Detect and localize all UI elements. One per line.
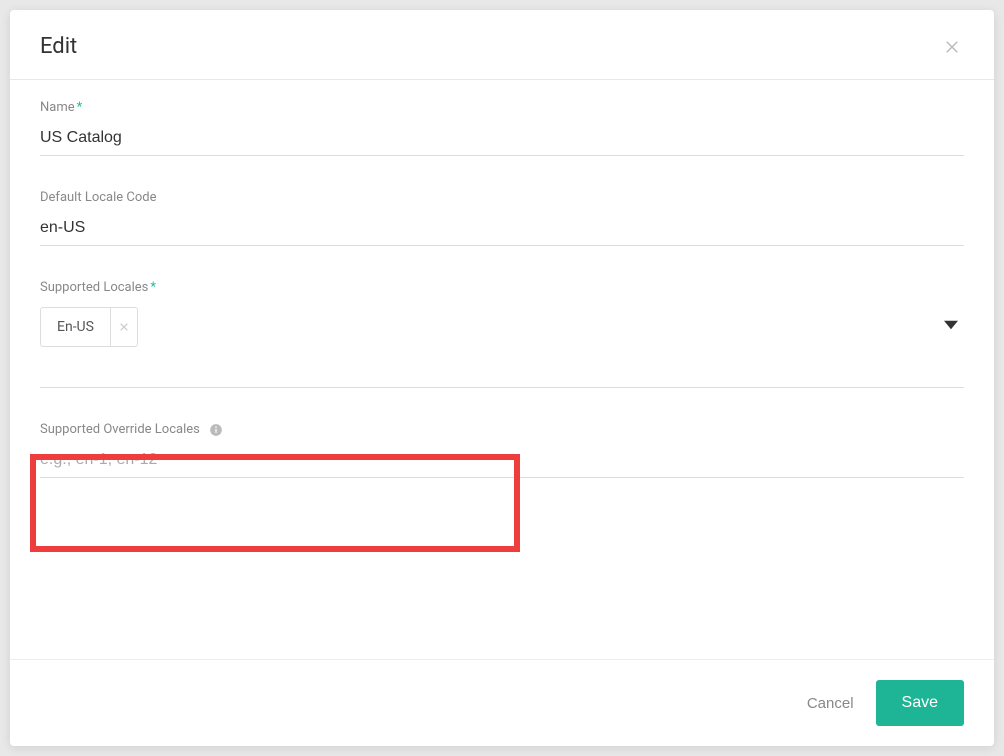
required-star: * bbox=[77, 100, 83, 115]
locale-tag-text: En-US bbox=[41, 308, 110, 346]
chevron-down-icon[interactable] bbox=[944, 315, 958, 334]
required-star: * bbox=[150, 280, 156, 295]
info-icon[interactable] bbox=[209, 423, 223, 437]
dialog-footer: Cancel Save bbox=[10, 659, 994, 746]
remove-tag-icon[interactable] bbox=[110, 308, 137, 346]
override-locales-input[interactable] bbox=[40, 447, 964, 478]
dialog-body: Name* Default Locale Code Supported Loca… bbox=[10, 80, 994, 659]
dialog-header: Edit bbox=[10, 10, 994, 80]
dialog-title: Edit bbox=[40, 34, 77, 59]
locale-tag: En-US bbox=[40, 307, 138, 347]
override-locales-field-group: Supported Override Locales bbox=[40, 422, 964, 478]
edit-dialog: Edit Name* Default Locale Code Supported… bbox=[10, 10, 994, 746]
override-locales-label: Supported Override Locales bbox=[40, 422, 964, 437]
name-label: Name* bbox=[40, 100, 964, 115]
supported-locales-multiselect[interactable]: En-US bbox=[40, 305, 964, 388]
close-icon[interactable] bbox=[940, 35, 964, 59]
default-locale-label: Default Locale Code bbox=[40, 190, 964, 205]
name-field-group: Name* bbox=[40, 100, 964, 156]
name-input[interactable] bbox=[40, 125, 964, 156]
supported-locales-field-group: Supported Locales* En-US bbox=[40, 280, 964, 388]
cancel-button[interactable]: Cancel bbox=[807, 695, 854, 712]
supported-locales-label: Supported Locales* bbox=[40, 280, 964, 295]
save-button[interactable]: Save bbox=[876, 680, 964, 726]
default-locale-input[interactable] bbox=[40, 215, 964, 246]
default-locale-field-group: Default Locale Code bbox=[40, 190, 964, 246]
